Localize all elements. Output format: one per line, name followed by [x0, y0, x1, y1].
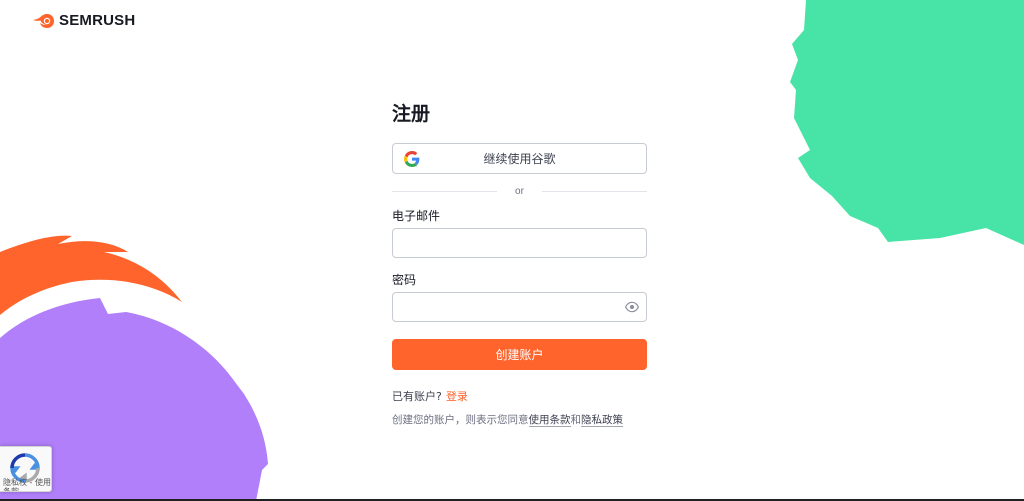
semrush-logo-icon — [33, 13, 54, 28]
recaptcha-badge[interactable]: 隐私权 - 使用条款 — [0, 446, 52, 492]
terms-notice: 创建您的账户，则表示您同意使用条款和隐私政策 — [392, 412, 623, 427]
divider-line-right — [541, 190, 647, 192]
page-title: 注册 — [392, 103, 431, 125]
eye-icon[interactable] — [625, 301, 639, 313]
terms-and: 和 — [570, 414, 582, 426]
privacy-policy-link[interactable]: 隐私政策 — [581, 414, 623, 427]
semrush-logo[interactable]: SEMRUSH — [33, 12, 135, 29]
google-signin-button[interactable]: 继续使用谷歌 — [392, 143, 647, 174]
recaptcha-links[interactable]: 隐私权 - 使用条款 — [3, 478, 51, 491]
terms-prefix: 创建您的账户，则表示您同意 — [392, 414, 529, 426]
create-account-button[interactable]: 创建账户 — [392, 339, 647, 370]
orange-decor-swoosh — [0, 235, 182, 315]
brand-name: SEMRUSH — [59, 12, 136, 29]
green-decor-blob — [790, 0, 1024, 245]
login-prompt: 已有账户? 登录 — [392, 388, 468, 404]
email-field[interactable] — [392, 228, 647, 258]
divider-line-left — [392, 190, 498, 192]
google-icon — [404, 151, 420, 167]
signup-form: 注册 继续使用谷歌 or 电子邮件 密码 创建账户 已有账户? 登录 创建您的账户… — [392, 100, 647, 427]
login-prompt-text: 已有账户? — [392, 390, 442, 403]
terms-of-use-link[interactable]: 使用条款 — [528, 414, 571, 427]
email-label: 电子邮件 — [392, 209, 441, 223]
password-field[interactable] — [392, 292, 647, 322]
google-button-label: 继续使用谷歌 — [483, 152, 556, 166]
or-divider: or — [392, 183, 647, 199]
login-link[interactable]: 登录 — [446, 390, 468, 403]
divider-text: or — [515, 185, 524, 197]
password-label: 密码 — [392, 273, 417, 287]
